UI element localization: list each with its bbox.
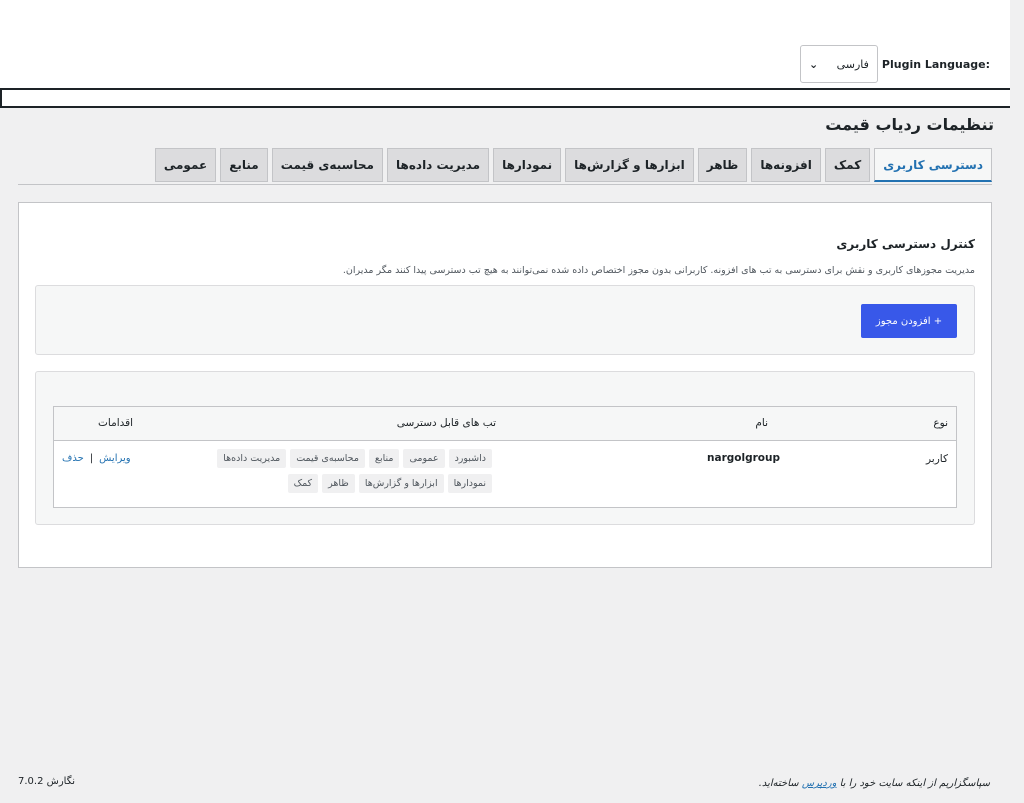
notice-bar xyxy=(0,88,1010,108)
action-separator: | xyxy=(89,453,94,464)
section-title: کنترل دسترسی کاربری xyxy=(836,237,975,251)
tab-chip: داشبورد xyxy=(448,449,492,468)
tab-data-management[interactable]: مدیریت داده‌ها xyxy=(387,148,490,182)
tab-chip: نمودارها xyxy=(447,474,492,493)
permissions-table: نوع نام تب های قابل دسترسی اقدامات کاربر… xyxy=(53,406,957,508)
row-type: کاربر xyxy=(926,453,948,465)
header-name: نام xyxy=(755,417,768,429)
row-accessible-tabs: داشبورد عمومی منابع محاسبه‌ی قیمت مدیریت… xyxy=(172,449,492,493)
footer-version: نگارش 7.0.2 xyxy=(18,776,76,787)
tab-price-calculation[interactable]: محاسبه‌ی قیمت xyxy=(271,148,383,182)
tab-help[interactable]: کمک xyxy=(824,148,871,182)
tab-sources[interactable]: منابع xyxy=(220,148,268,182)
header-type: نوع xyxy=(933,417,948,429)
row-actions: ویرایش | حذف xyxy=(62,453,131,464)
page-title: تنظیمات ردیاب قیمت xyxy=(825,115,994,134)
plugin-language-value: فارسی xyxy=(836,57,869,71)
tab-chip: منابع xyxy=(368,449,400,468)
tab-chip: ابزارها و گزارش‌ها xyxy=(358,474,444,493)
tab-chip: کمک xyxy=(287,474,319,493)
table-header: نوع نام تب های قابل دسترسی اقدامات xyxy=(54,407,956,441)
permissions-panel: نوع نام تب های قابل دسترسی اقدامات کاربر… xyxy=(35,371,975,525)
add-permission-button[interactable]: + افزودن مجوز xyxy=(861,304,957,338)
tab-chip: عمومی xyxy=(403,449,445,468)
plugin-language-select[interactable]: فارسی ⌄ xyxy=(800,45,878,83)
tab-charts[interactable]: نمودارها xyxy=(493,148,562,182)
settings-tabs: عمومی منابع محاسبه‌ی قیمت مدیریت داده‌ها… xyxy=(154,148,992,184)
chevron-down-icon: ⌄ xyxy=(809,57,819,71)
plugin-language-label: Plugin Language: xyxy=(881,57,990,71)
footer-thanks: سپاسگزاریم از اینکه سایت خود را با وردپر… xyxy=(759,778,990,789)
delete-link[interactable]: حذف xyxy=(62,453,84,464)
settings-card: کنترل دسترسی کاربری مدیریت مجوزهای کاربر… xyxy=(18,202,992,568)
plugin-language-control: Plugin Language: فارسی ⌄ xyxy=(800,44,990,84)
add-permission-panel: + افزودن مجوز xyxy=(35,285,975,355)
tab-tools-reports[interactable]: ابزارها و گزارش‌ها xyxy=(565,148,694,182)
tab-chip: مدیریت داده‌ها xyxy=(217,449,287,468)
tab-chip: محاسبه‌ی قیمت xyxy=(290,449,365,468)
tab-appearance[interactable]: ظاهر xyxy=(697,148,748,182)
section-description: مدیریت مجوزهای کاربری و نقش برای دسترسی … xyxy=(342,265,975,276)
tab-user-access[interactable]: دسترسی کاربری xyxy=(874,148,992,182)
tab-general[interactable]: عمومی xyxy=(154,148,217,182)
footer-thanks-prefix: سپاسگزاریم از اینکه سایت خود را با xyxy=(839,778,990,789)
tabs-divider xyxy=(18,184,992,185)
header-tabs: تب های قابل دسترسی xyxy=(396,417,496,429)
edit-link[interactable]: ویرایش xyxy=(99,453,130,464)
tab-chip: ظاهر xyxy=(322,474,355,493)
row-name: nargolgroup xyxy=(707,452,780,464)
wordpress-link[interactable]: وردپرس xyxy=(802,778,837,789)
tab-addons[interactable]: افزونه‌ها xyxy=(751,148,821,182)
header-actions: اقدامات xyxy=(98,417,134,429)
footer-thanks-suffix: ساخته‌اید. xyxy=(758,778,799,789)
